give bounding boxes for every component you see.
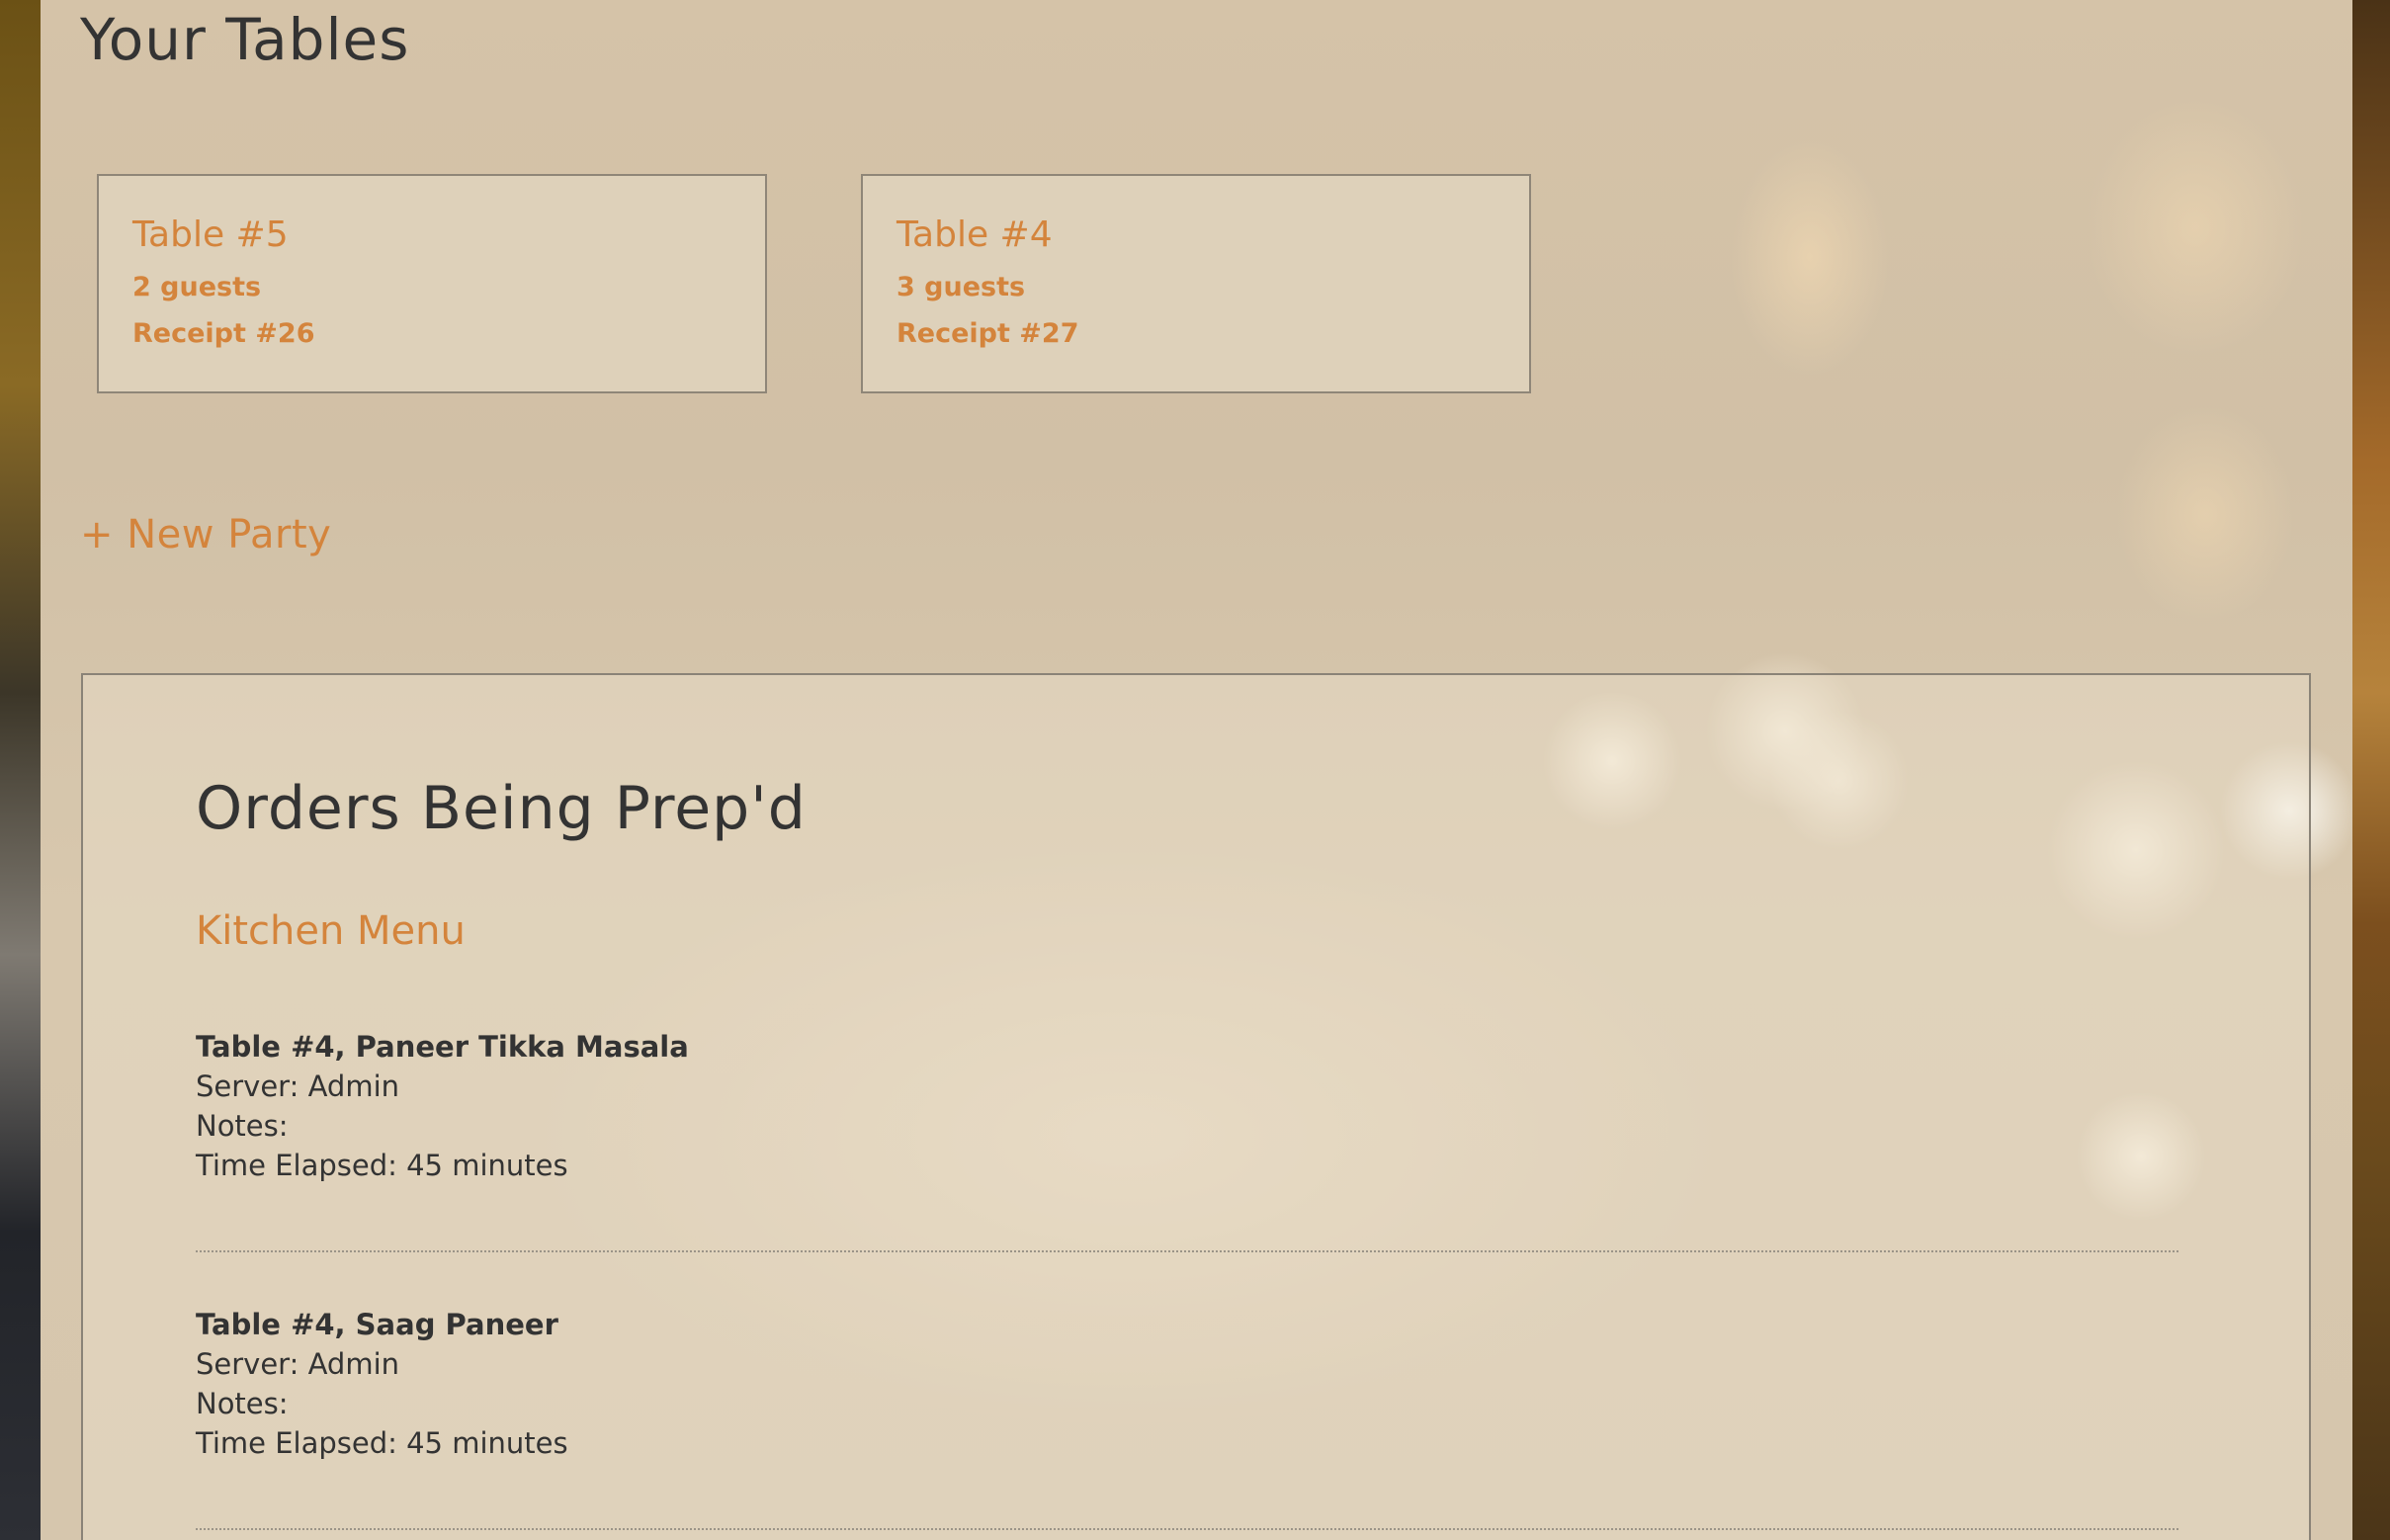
order-notes: Notes: — [196, 1387, 289, 1420]
table-guests: 2 guests — [132, 272, 262, 303]
background-right-edge — [2352, 0, 2390, 1540]
page-title: Your Tables — [80, 6, 410, 73]
order-server: Server: Admin — [196, 1069, 400, 1103]
order-heading: Table #4, Saag Paneer — [196, 1308, 558, 1341]
table-card-5[interactable]: Table #5 2 guests Receipt #26 — [97, 174, 767, 393]
order-time-elapsed: Time Elapsed: 45 minutes — [196, 1149, 568, 1182]
order-notes: Notes: — [196, 1109, 289, 1143]
order-list: Table #4, Paneer Tikka Masala Server: Ad… — [196, 1027, 2178, 1540]
table-card-4[interactable]: Table #4 3 guests Receipt #27 — [861, 174, 1531, 393]
table-name: Table #4 — [896, 214, 1053, 255]
background-left-edge — [0, 0, 41, 1540]
orders-panel: Orders Being Prep'd Kitchen Menu Table #… — [81, 673, 2311, 1540]
table-receipt: Receipt #26 — [132, 318, 315, 350]
orders-title: Orders Being Prep'd — [196, 774, 807, 843]
main-content: Your Tables Table #5 2 guests Receipt #2… — [41, 0, 2352, 1540]
order-server: Server: Admin — [196, 1347, 400, 1381]
order-heading: Table #4, Paneer Tikka Masala — [196, 1030, 689, 1064]
kitchen-menu-link[interactable]: Kitchen Menu — [196, 908, 466, 954]
new-party-link[interactable]: + New Party — [80, 512, 331, 557]
table-receipt: Receipt #27 — [896, 318, 1079, 350]
order-item: Table #4, Saag Paneer Server: Admin Note… — [196, 1305, 2178, 1530]
table-guests: 3 guests — [896, 272, 1026, 303]
order-time-elapsed: Time Elapsed: 45 minutes — [196, 1426, 568, 1460]
order-item: Table #4, Paneer Tikka Masala Server: Ad… — [196, 1027, 2178, 1252]
table-name: Table #5 — [132, 214, 289, 255]
